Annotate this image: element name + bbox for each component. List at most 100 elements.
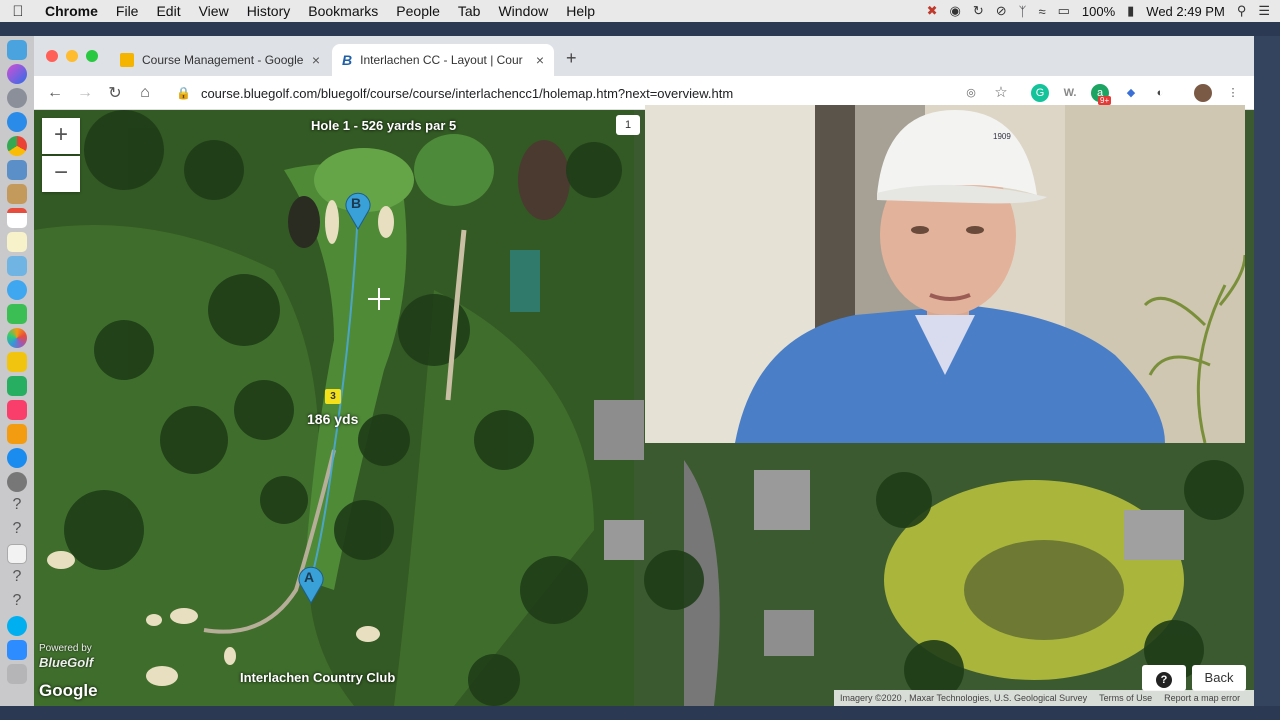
minimize-window-button[interactable] xyxy=(66,50,78,62)
close-tab-icon[interactable]: × xyxy=(312,52,320,68)
desktop:  Chrome File Edit View History Bookmark… xyxy=(0,0,1280,720)
presenter-video-frame xyxy=(645,105,1245,443)
system-preferences-icon[interactable] xyxy=(7,472,27,492)
launchpad-icon[interactable] xyxy=(7,88,27,108)
finder-icon[interactable] xyxy=(7,40,27,60)
powered-by-bluegolf[interactable]: Powered by BlueGolf xyxy=(39,642,93,670)
menu-app-name[interactable]: Chrome xyxy=(36,3,107,19)
bluegolf-brand: BlueGolf xyxy=(39,655,94,670)
apple-icon[interactable]:  xyxy=(0,3,36,20)
menu-help[interactable]: Help xyxy=(557,3,604,19)
notification-center-icon[interactable]: ☰ xyxy=(1258,3,1270,19)
back-button[interactable]: Back xyxy=(1192,665,1246,691)
location-icon[interactable]: ◎ xyxy=(962,84,980,102)
books-icon[interactable] xyxy=(7,424,27,444)
document-icon[interactable] xyxy=(7,544,27,564)
dock: ? ? ? ? xyxy=(0,36,34,706)
back-arrow-icon[interactable]: ← xyxy=(40,84,70,102)
close-window-button[interactable] xyxy=(46,50,58,62)
home-icon[interactable]: ⌂ xyxy=(130,84,160,102)
menu-bookmarks[interactable]: Bookmarks xyxy=(299,3,387,19)
globe-icon[interactable]: ◉ xyxy=(949,3,960,19)
numbers-icon[interactable] xyxy=(7,376,27,396)
reload-icon[interactable]: ↻ xyxy=(100,83,130,103)
cap-logo: 1909 xyxy=(993,132,1011,141)
trash-icon[interactable] xyxy=(7,664,27,684)
maximize-window-button[interactable] xyxy=(86,50,98,62)
unknown-app-icon[interactable]: ? xyxy=(7,520,27,540)
app-store-icon[interactable] xyxy=(7,448,27,468)
report-error-link[interactable]: Report a map error xyxy=(1164,693,1240,703)
pin-marker-b-label: B xyxy=(351,195,362,211)
webcam-video: 1909 xyxy=(645,105,1245,443)
calendar-icon[interactable] xyxy=(7,208,27,228)
terms-link[interactable]: Terms of Use xyxy=(1099,693,1152,703)
unknown-app-icon[interactable]: ? xyxy=(7,592,27,612)
music-icon[interactable] xyxy=(7,400,27,420)
photos-preview-icon[interactable] xyxy=(7,256,27,276)
tab-course-management[interactable]: Course Management - Google × xyxy=(110,44,330,76)
zoom-in-button[interactable]: + xyxy=(42,118,80,154)
address-bar[interactable]: 🔒 course.bluegolf.com/bluegolf/course/co… xyxy=(170,79,1010,107)
mac-menubar:  Chrome File Edit View History Bookmark… xyxy=(0,0,1280,22)
powered-by-text: Powered by xyxy=(39,643,92,654)
facetime-icon[interactable] xyxy=(7,304,27,324)
new-tab-button[interactable]: + xyxy=(566,48,577,69)
battery-percent: 100% xyxy=(1081,3,1116,19)
airplay-icon[interactable]: ▭ xyxy=(1058,3,1070,19)
notification-app-icon[interactable]: ✖ xyxy=(927,3,938,19)
desktop-background-strip xyxy=(1254,36,1280,706)
diamond-extension-icon[interactable]: ◆ xyxy=(1122,84,1140,102)
clock[interactable]: Wed 2:49 PM xyxy=(1146,4,1225,19)
tee-marker-a-label: A xyxy=(304,569,315,585)
zoom-icon[interactable] xyxy=(7,640,27,660)
keynote-icon[interactable] xyxy=(7,352,27,372)
profile-avatar[interactable] xyxy=(1194,84,1212,102)
imagery-credit: Imagery ©2020 , Maxar Technologies, U.S.… xyxy=(840,693,1088,703)
extension-badge: 9+ xyxy=(1098,96,1112,105)
circle-extension-icon[interactable]: ◐ xyxy=(1151,84,1169,102)
menu-view[interactable]: View xyxy=(190,3,238,19)
unknown-app-icon[interactable]: ? xyxy=(7,568,27,588)
menu-file[interactable]: File xyxy=(107,3,148,19)
map-attribution: Imagery ©2020 , Maxar Technologies, U.S.… xyxy=(834,690,1254,706)
bluetooth-icon[interactable]: ᛉ xyxy=(1019,4,1027,19)
battery-icon[interactable]: ▮ xyxy=(1127,3,1134,19)
tab-interlachen-layout[interactable]: B Interlachen CC - Layout | Cour × xyxy=(332,44,554,76)
menu-people[interactable]: People xyxy=(387,3,449,19)
word-extension-icon[interactable]: W. xyxy=(1061,84,1079,102)
siri-icon[interactable] xyxy=(7,64,27,84)
grammarly-icon[interactable]: G xyxy=(1031,84,1049,102)
skype-icon[interactable] xyxy=(7,616,27,636)
close-tab-icon[interactable]: × xyxy=(536,52,544,68)
crosshair-icon[interactable] xyxy=(368,288,390,310)
preview-icon[interactable] xyxy=(7,160,27,180)
url-text[interactable]: course.bluegolf.com/bluegolf/course/cour… xyxy=(201,86,733,101)
sync-icon[interactable]: ↻ xyxy=(973,3,984,19)
menu-history[interactable]: History xyxy=(238,3,300,19)
menu-window[interactable]: Window xyxy=(489,3,557,19)
tab-title: Course Management - Google xyxy=(142,53,304,67)
forward-arrow-icon[interactable]: → xyxy=(70,84,100,102)
tab-strip: Course Management - Google × B Interlach… xyxy=(34,36,1254,76)
photos-icon[interactable] xyxy=(7,328,27,348)
notes-app-icon[interactable] xyxy=(7,184,27,204)
lock-icon[interactable]: 🔒 xyxy=(176,86,191,100)
bluegolf-logo-icon: B xyxy=(342,52,353,68)
unknown-app-icon[interactable]: ? xyxy=(7,496,27,516)
notes-icon[interactable] xyxy=(7,232,27,252)
menu-tab[interactable]: Tab xyxy=(449,3,490,19)
vpn-icon[interactable]: ⊘ xyxy=(996,3,1007,19)
safari-icon[interactable] xyxy=(7,112,27,132)
waypoint-marker[interactable]: 3 xyxy=(325,389,341,404)
zoom-out-button[interactable]: − xyxy=(42,156,80,192)
messages-icon[interactable] xyxy=(7,280,27,300)
chrome-icon[interactable] xyxy=(7,136,27,156)
menu-kebab-icon[interactable]: ⋮ xyxy=(1224,84,1242,102)
page-number-chip[interactable]: 1 xyxy=(616,115,640,135)
wifi-icon[interactable]: ≈ xyxy=(1038,4,1045,19)
menu-edit[interactable]: Edit xyxy=(147,3,189,19)
help-button[interactable]: ? xyxy=(1142,665,1186,691)
bookmark-star-icon[interactable]: ☆ xyxy=(992,84,1010,102)
spotlight-search-icon[interactable]: ⚲ xyxy=(1237,3,1247,19)
